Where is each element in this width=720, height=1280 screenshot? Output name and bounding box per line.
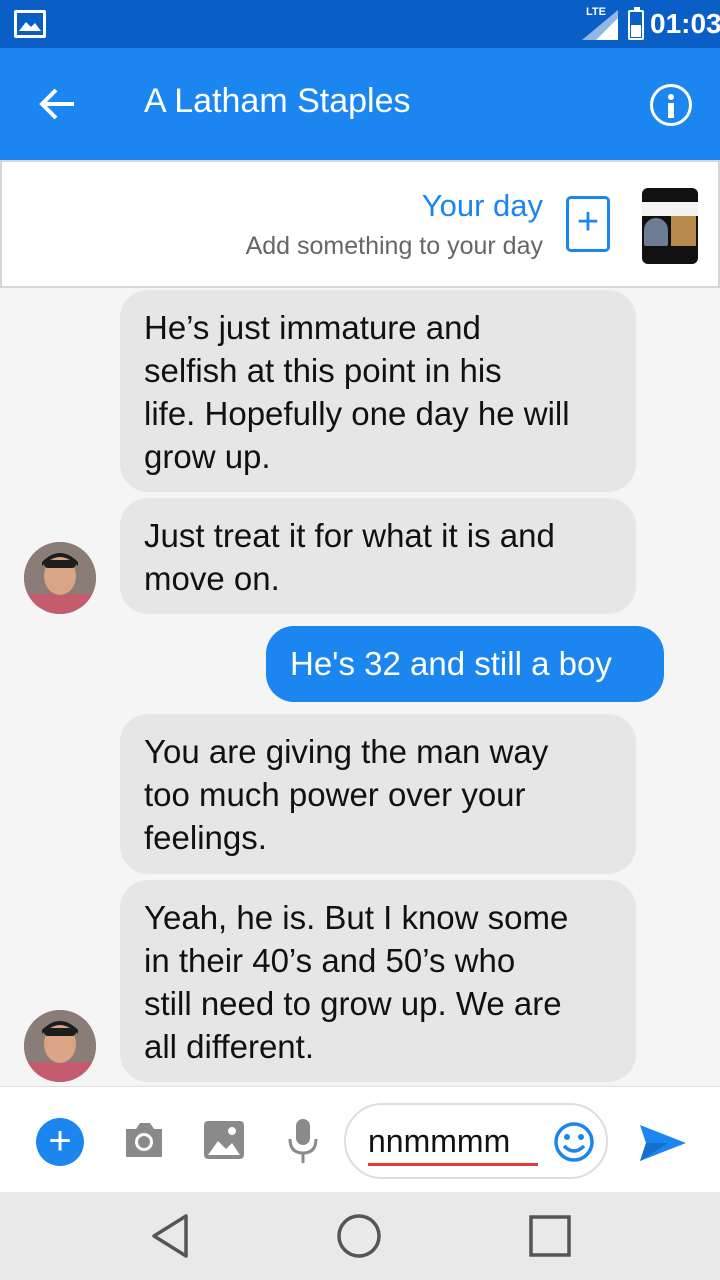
system-navigation-bar [0,1192,720,1280]
more-options-button[interactable]: + [36,1118,84,1166]
message-line: He's 32 and still a boy [290,645,612,682]
message-line: in their 40’s and 50’s who [144,942,516,979]
recents-square-icon[interactable] [528,1212,572,1260]
message-line: selfish at this point in his [144,352,502,389]
signal-icon [582,10,618,40]
app-bar: A Latham Staples [0,48,720,160]
status-bar: LTE 01:03 [0,0,720,48]
avatar[interactable] [24,1010,96,1082]
message-line: all different. [144,1028,314,1065]
avatar[interactable] [24,542,96,614]
message-line: grow up. [144,438,271,475]
message-line: Just treat it for what it is and [144,517,555,554]
message-input[interactable]: nnmmmm [344,1103,608,1179]
your-day-subtitle: Add something to your day [245,232,543,260]
message-bubble-outgoing[interactable]: He's 32 and still a boy [266,626,664,702]
message-bubble-incoming[interactable]: You are giving the man way too much powe… [120,714,636,874]
message-bubble-incoming[interactable]: He’s just immature and selfish at this p… [120,290,636,492]
info-button[interactable] [650,84,692,126]
home-circle-icon[interactable] [336,1212,382,1260]
your-day-panel[interactable]: Your day Add something to your day + [0,160,720,288]
camera-icon[interactable] [122,1121,166,1159]
your-day-title: Your day [421,188,543,223]
message-line: feelings. [144,819,267,856]
back-triangle-icon[interactable] [148,1212,192,1260]
your-day-thumbnail[interactable] [642,188,698,264]
message-line: Yeah, he is. But I know some [144,899,569,936]
message-line: move on. [144,560,280,597]
plus-icon: + [48,1119,72,1163]
microphone-icon[interactable] [286,1117,320,1165]
battery-icon [628,7,644,40]
plus-icon: + [576,201,600,243]
back-arrow-icon [39,88,74,120]
send-icon[interactable] [638,1123,688,1163]
message-bubble-incoming[interactable]: Just treat it for what it is and move on… [120,498,636,614]
message-line: You are giving the man way [144,733,549,770]
your-day-add-button[interactable]: + [566,196,610,252]
image-icon[interactable] [204,1121,244,1159]
back-button[interactable] [22,78,92,130]
status-time: 01:03 [650,8,720,39]
message-line: He’s just immature and [144,309,481,346]
info-icon [668,94,674,100]
message-line: life. Hopefully one day he will [144,395,570,432]
message-bubble-incoming[interactable]: Yeah, he is. But I know some in their 40… [120,880,636,1082]
message-input-value: nnmmmm [368,1123,511,1159]
spellcheck-underline [368,1163,538,1166]
emoji-icon[interactable] [552,1120,596,1164]
message-line: too much power over your [144,776,526,813]
message-composer: + nnmmmm [0,1086,720,1192]
conversation-title[interactable]: A Latham Staples [144,82,411,121]
gallery-notification-icon [14,10,46,38]
message-line: still need to grow up. We are [144,985,562,1022]
